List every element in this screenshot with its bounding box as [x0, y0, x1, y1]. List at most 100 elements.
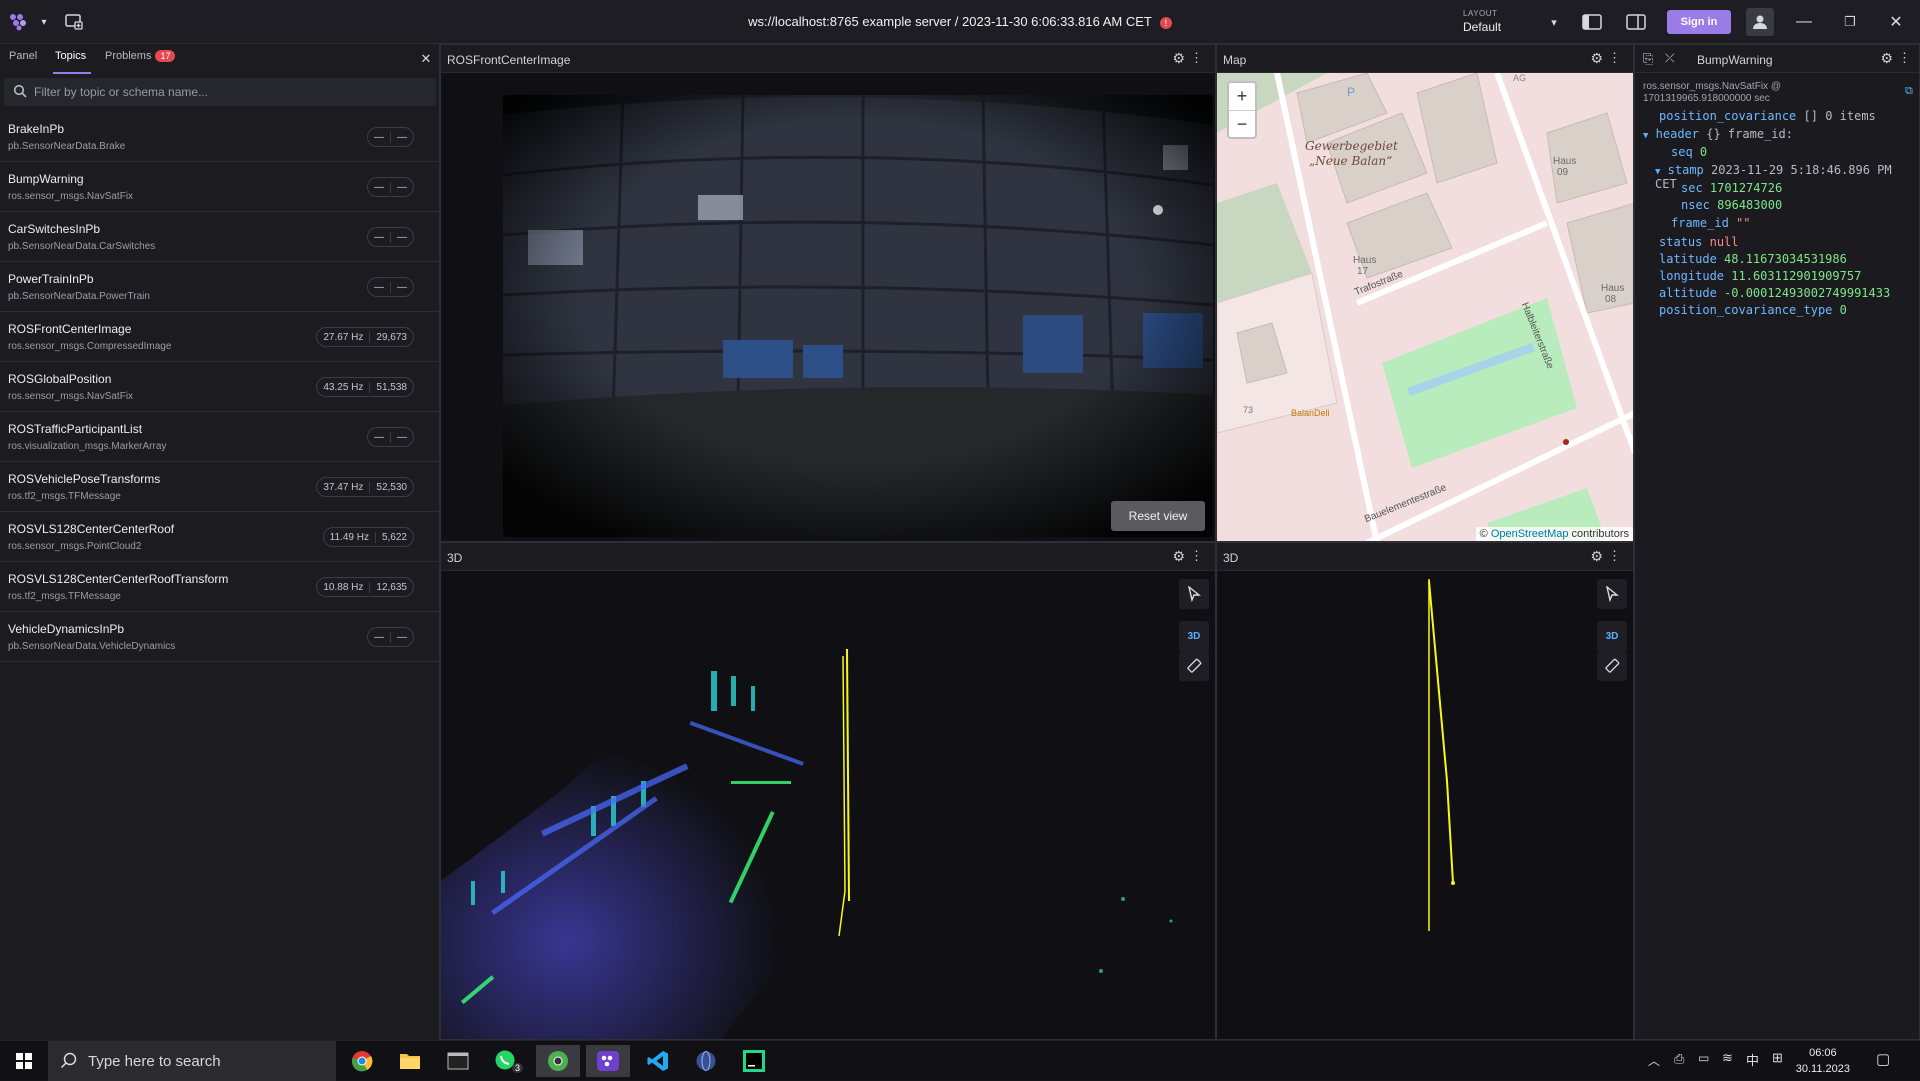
pycharm-icon[interactable] [732, 1045, 776, 1077]
globe-app-icon[interactable] [684, 1045, 728, 1077]
sign-in-button[interactable]: Sign in [1667, 10, 1731, 34]
3d-panel-left: 3D ⚙ ⋮ 3D [440, 542, 1216, 1040]
topic-row[interactable]: PowerTrainInPb pb.SensorNearData.PowerTra… [0, 262, 440, 312]
tab-panel[interactable]: Panel [9, 50, 37, 62]
3d-toggle-button[interactable]: 3D [1597, 621, 1627, 651]
field-header[interactable]: ▼ header {} frame_id: [1643, 127, 1793, 141]
gear-icon[interactable]: ⚙ [1172, 50, 1185, 67]
map-tiles [1217, 73, 1633, 541]
topic-row[interactable]: ROSFrontCenterImage ros.sensor_msgs.Compr… [0, 312, 440, 362]
left-sidebar-toggle-icon[interactable] [1578, 8, 1606, 36]
collapse-all-icon[interactable]: ⤫ [1665, 51, 1675, 66]
window-close-icon[interactable]: ✕ [1882, 8, 1910, 36]
system-tray-icon[interactable]: ⎙ [1674, 1051, 1684, 1067]
windows-start-icon[interactable] [2, 1045, 46, 1077]
topic-row[interactable]: BrakeInPb pb.SensorNearData.Brake — — [0, 112, 440, 162]
measure-ruler-icon[interactable] [1597, 651, 1627, 681]
foxglove-app-icon[interactable] [586, 1045, 630, 1077]
map-label-poi: BalanDeli [1291, 408, 1330, 418]
more-vertical-icon[interactable]: ⋮ [1898, 50, 1911, 66]
keyboard-icon[interactable]: ⊞ [1772, 1050, 1783, 1066]
topic-row[interactable]: VehicleDynamicsInPb pb.SensorNearData.Veh… [0, 612, 440, 662]
tab-topics[interactable]: Topics [55, 50, 86, 62]
map-panel-header[interactable]: Map ⚙ ⋮ [1217, 45, 1633, 73]
map-label-haus09: Haus 09 [1553, 156, 1577, 178]
topic-stats-badge: 27.67 Hz 29,673 [316, 327, 414, 347]
battery-icon[interactable]: ▭ [1698, 1051, 1709, 1065]
window-minimize-icon[interactable]: — [1790, 8, 1818, 36]
gear-icon[interactable]: ⚙ [1590, 548, 1603, 565]
point-cloud-view[interactable] [441, 571, 1215, 1039]
image-panel-header[interactable]: ROSFrontCenterImage ⚙ ⋮ [441, 45, 1215, 73]
file-explorer-icon[interactable] [388, 1045, 432, 1077]
more-vertical-icon[interactable]: ⋮ [1608, 50, 1621, 66]
trajectory-view[interactable] [1217, 571, 1633, 1039]
search-icon [60, 1051, 78, 1073]
wifi-icon[interactable]: ≋ [1722, 1050, 1733, 1066]
topic-message-count: 29,673 [369, 331, 413, 343]
topic-row[interactable]: CarSwitchesInPb pb.SensorNearData.CarSwit… [0, 212, 440, 262]
gear-icon[interactable]: ⚙ [1590, 50, 1603, 67]
topic-frequency: — [374, 631, 384, 643]
topic-row[interactable]: ROSVLS128CenterCenterRoof ros.sensor_msgs… [0, 512, 440, 562]
window-restore-icon[interactable]: ❐ [1836, 8, 1864, 36]
openstreetmap-link[interactable]: OpenStreetMap [1491, 528, 1569, 540]
more-vertical-icon[interactable]: ⋮ [1608, 548, 1621, 564]
raw-message-topic[interactable]: BumpWarning [1697, 53, 1773, 67]
map-canvas[interactable]: Gewerbegebiet „Neue Balan“ Haus 09 Haus 17… [1217, 73, 1633, 541]
show-hidden-icons-icon[interactable]: ︿ [1648, 1052, 1660, 1069]
message-schema-timestamp: ros.sensor_msgs.NavSatFix @ 1701319965.9… [1643, 81, 1781, 104]
topic-row[interactable]: ROSGlobalPosition ros.sensor_msgs.NavSatF… [0, 362, 440, 412]
more-vertical-icon[interactable]: ⋮ [1190, 50, 1203, 66]
3d-panel-left-header[interactable]: 3D ⚙ ⋮ [441, 543, 1215, 571]
sidebar-tabs: Panel Topics Problems 17 ✕ [0, 44, 440, 74]
gear-icon[interactable]: ⚙ [1880, 50, 1893, 67]
measure-ruler-icon[interactable] [1179, 651, 1209, 681]
select-tool-icon[interactable] [1597, 579, 1627, 609]
topic-row[interactable]: BumpWarning ros.sensor_msgs.NavSatFix — — [0, 162, 440, 212]
right-sidebar-toggle-icon[interactable] [1622, 8, 1650, 36]
topic-message-count: 5,622 [374, 531, 413, 543]
copy-icon[interactable]: ⎘ [1643, 51, 1653, 67]
notification-center-icon[interactable]: ▢ [1876, 1050, 1890, 1068]
topic-name: ROSVLS128CenterCenterRoofTransform [8, 572, 229, 586]
camera-image[interactable]: Reset view [503, 95, 1213, 537]
topic-name: CarSwitchesInPb [8, 222, 101, 236]
raw-message-panel: ⎘ ⤫ BumpWarning ⚙ ⋮ ros.sensor_msgs.NavS… [1634, 44, 1920, 1040]
3d-toggle-button[interactable]: 3D [1179, 621, 1209, 651]
zoom-in-button[interactable]: + [1229, 83, 1255, 110]
input-method-icon[interactable]: 中 [1746, 1050, 1759, 1069]
taskbar-search[interactable]: Type here to search [48, 1041, 336, 1081]
terminal-icon[interactable] [436, 1045, 480, 1077]
close-sidebar-icon[interactable]: ✕ [412, 45, 440, 73]
chrome-icon[interactable] [340, 1045, 384, 1077]
more-vertical-icon[interactable]: ⋮ [1190, 548, 1203, 564]
topic-row[interactable]: ROSVLS128CenterCenterRoofTransform ros.tf… [0, 562, 440, 612]
vscode-icon[interactable] [636, 1045, 680, 1077]
layout-selector[interactable]: Default [1463, 20, 1501, 34]
topic-message-count: — [390, 181, 413, 193]
topic-filter-input[interactable] [34, 78, 424, 106]
tab-problems[interactable]: Problems 17 [105, 50, 176, 62]
select-tool-icon[interactable] [1179, 579, 1209, 609]
reset-view-button[interactable]: Reset view [1111, 501, 1205, 531]
field-position-covariance: position_covariance [] 0 items [1659, 109, 1876, 123]
error-indicator-icon[interactable]: ! [1159, 16, 1172, 29]
whatsapp-icon[interactable]: 3 [484, 1045, 528, 1077]
3d-panel-right-header[interactable]: 3D ⚙ ⋮ [1217, 543, 1633, 571]
field-latitude: latitude 48.11673034531986 [1659, 252, 1847, 266]
topic-schema: ros.visualization_msgs.MarkerArray [8, 441, 167, 452]
topic-name: ROSTrafficParticipantList [8, 422, 143, 436]
taskbar-clock[interactable]: 06:06 30.11.2023 [1796, 1045, 1850, 1077]
gear-icon[interactable]: ⚙ [1172, 548, 1185, 565]
user-avatar-icon[interactable] [1746, 8, 1774, 36]
raw-message-panel-header[interactable]: ⎘ ⤫ BumpWarning ⚙ ⋮ [1635, 45, 1919, 73]
copy-message-icon[interactable]: ⧉ [1905, 85, 1913, 98]
zoom-out-button[interactable]: − [1229, 110, 1255, 137]
map-panel: Map ⚙ ⋮ Gewerbegebiet „Neue Balan“ Haus … [1216, 44, 1634, 542]
field-altitude: altitude -0.00012493002749991433 [1659, 286, 1891, 300]
topic-row[interactable]: ROSVehiclePoseTransforms ros.tf2_msgs.TFM… [0, 462, 440, 512]
chrome-app-icon[interactable] [536, 1045, 580, 1077]
layout-chevron-down-icon[interactable]: ▾ [1540, 8, 1568, 36]
topic-row[interactable]: ROSTrafficParticipantList ros.visualizati… [0, 412, 440, 462]
